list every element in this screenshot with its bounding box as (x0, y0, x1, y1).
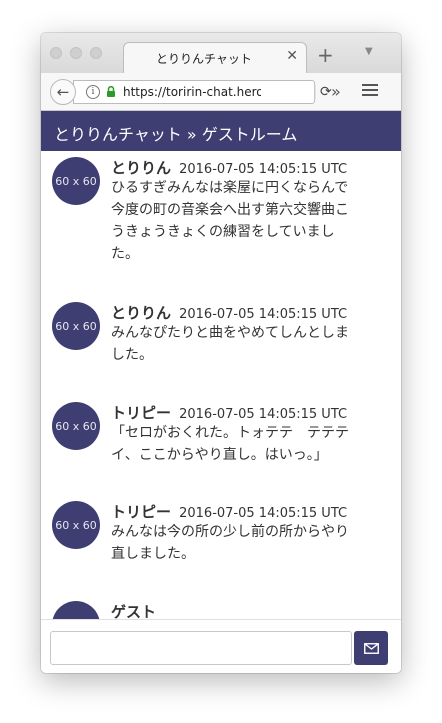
message-author: とりりん (111, 159, 172, 177)
message-author: ゲスト (111, 603, 157, 619)
url-bar[interactable]: i https://toririn-chat.herokuapp.com ⟳ (73, 80, 332, 104)
new-tab-icon[interactable]: + (317, 43, 334, 67)
browser-window: とりりんチャット ✕ + ▼ i https://toririn-chat.he… (41, 33, 401, 673)
message-line: みんなぴたりと曲をやめてしんとしま (111, 325, 349, 341)
send-button[interactable] (354, 631, 388, 665)
envelope-icon (363, 642, 379, 654)
message-author: トリピー (111, 404, 172, 422)
avatar: 60 x 60 (52, 501, 100, 549)
browser-tab[interactable]: とりりんチャット ✕ (123, 42, 307, 73)
page-title: とりりんチャット » ゲストルーム (54, 125, 298, 144)
message-timestamp: 2016-07-05 14:05:15 UTC (179, 407, 348, 422)
overflow-chevron-icon[interactable]: » (331, 82, 341, 101)
message-timestamp: 2016-07-05 14:05:15 UTC (179, 162, 348, 177)
info-icon[interactable]: i (86, 85, 100, 99)
message-author: とりりん (111, 304, 172, 322)
avatar: 60 x 60 (52, 157, 100, 205)
url-text: https://toririn-chat.herokuapp.com (123, 85, 261, 99)
zoom-window-icon[interactable] (90, 47, 102, 59)
lock-icon (107, 86, 115, 97)
app-header: とりりんチャット » ゲストルーム (41, 111, 401, 151)
message-header: トリピー 2016-07-05 14:05:15 UTC (111, 402, 347, 423)
tab-close-icon[interactable]: ✕ (286, 48, 298, 64)
message-body: ひるすぎみんなは楽屋に円くならんで 今度の町の音楽会へ出す第六交響曲こ うきょう… (111, 177, 387, 265)
message-body: 「セロがおくれた。トォテテ テテテ イ、ここからやり直し。はいっ。」 (111, 422, 387, 466)
message-line: た。 (111, 246, 139, 262)
minimize-window-icon[interactable] (70, 47, 82, 59)
message-timestamp: 2016-07-05 14:05:15 UTC (179, 307, 348, 322)
message-header: とりりん 2016-07-05 14:05:15 UTC (111, 157, 347, 178)
message-input[interactable] (50, 631, 352, 665)
message-line: うきょうきょくの練習をしていまし (111, 224, 335, 240)
message-line: した。 (111, 347, 153, 363)
tab-title: とりりんチャット (156, 52, 252, 66)
message-line: イ、ここからやり直し。はいっ。」 (111, 447, 328, 463)
avatar: 60 x 60 (52, 601, 100, 619)
message-header: トリピー 2016-07-05 14:05:15 UTC (111, 501, 347, 522)
reload-icon[interactable]: ⟳ (320, 84, 332, 100)
back-arrow-icon: ← (56, 83, 70, 101)
tab-list-icon[interactable]: ▼ (365, 46, 373, 57)
message-line: みんなは今の所の少し前の所からやり (111, 524, 349, 540)
message-line: ひるすぎみんなは楽屋に円くならんで (111, 180, 349, 196)
message-line: 直しました。 (111, 546, 195, 562)
message-timestamp: 2016-07-05 14:05:15 UTC (179, 506, 348, 521)
message-body: みんなぴたりと曲をやめてしんとしま した。 (111, 322, 387, 366)
url-divider (314, 84, 316, 100)
back-button[interactable]: ← (50, 79, 76, 105)
composer-bar (41, 619, 401, 673)
tab-strip: とりりんチャット ✕ + ▼ (41, 33, 401, 73)
message-author: トリピー (111, 503, 172, 521)
message-header: ゲスト (111, 601, 159, 619)
message-header: とりりん 2016-07-05 14:05:15 UTC (111, 302, 347, 323)
navigation-bar: i https://toririn-chat.herokuapp.com ⟳ ←… (41, 73, 401, 111)
message-list: 60 x 60 とりりん 2016-07-05 14:05:15 UTC ひるす… (41, 151, 401, 619)
hamburger-menu-icon[interactable] (362, 84, 378, 99)
close-window-icon[interactable] (50, 47, 62, 59)
avatar: 60 x 60 (52, 302, 100, 350)
message-body: みんなは今の所の少し前の所からやり 直しました。 (111, 521, 387, 565)
avatar: 60 x 60 (52, 402, 100, 450)
message-line: 「セロがおくれた。トォテテ テテテ (111, 425, 349, 441)
message-line: 今度の町の音楽会へ出す第六交響曲こ (111, 202, 349, 218)
